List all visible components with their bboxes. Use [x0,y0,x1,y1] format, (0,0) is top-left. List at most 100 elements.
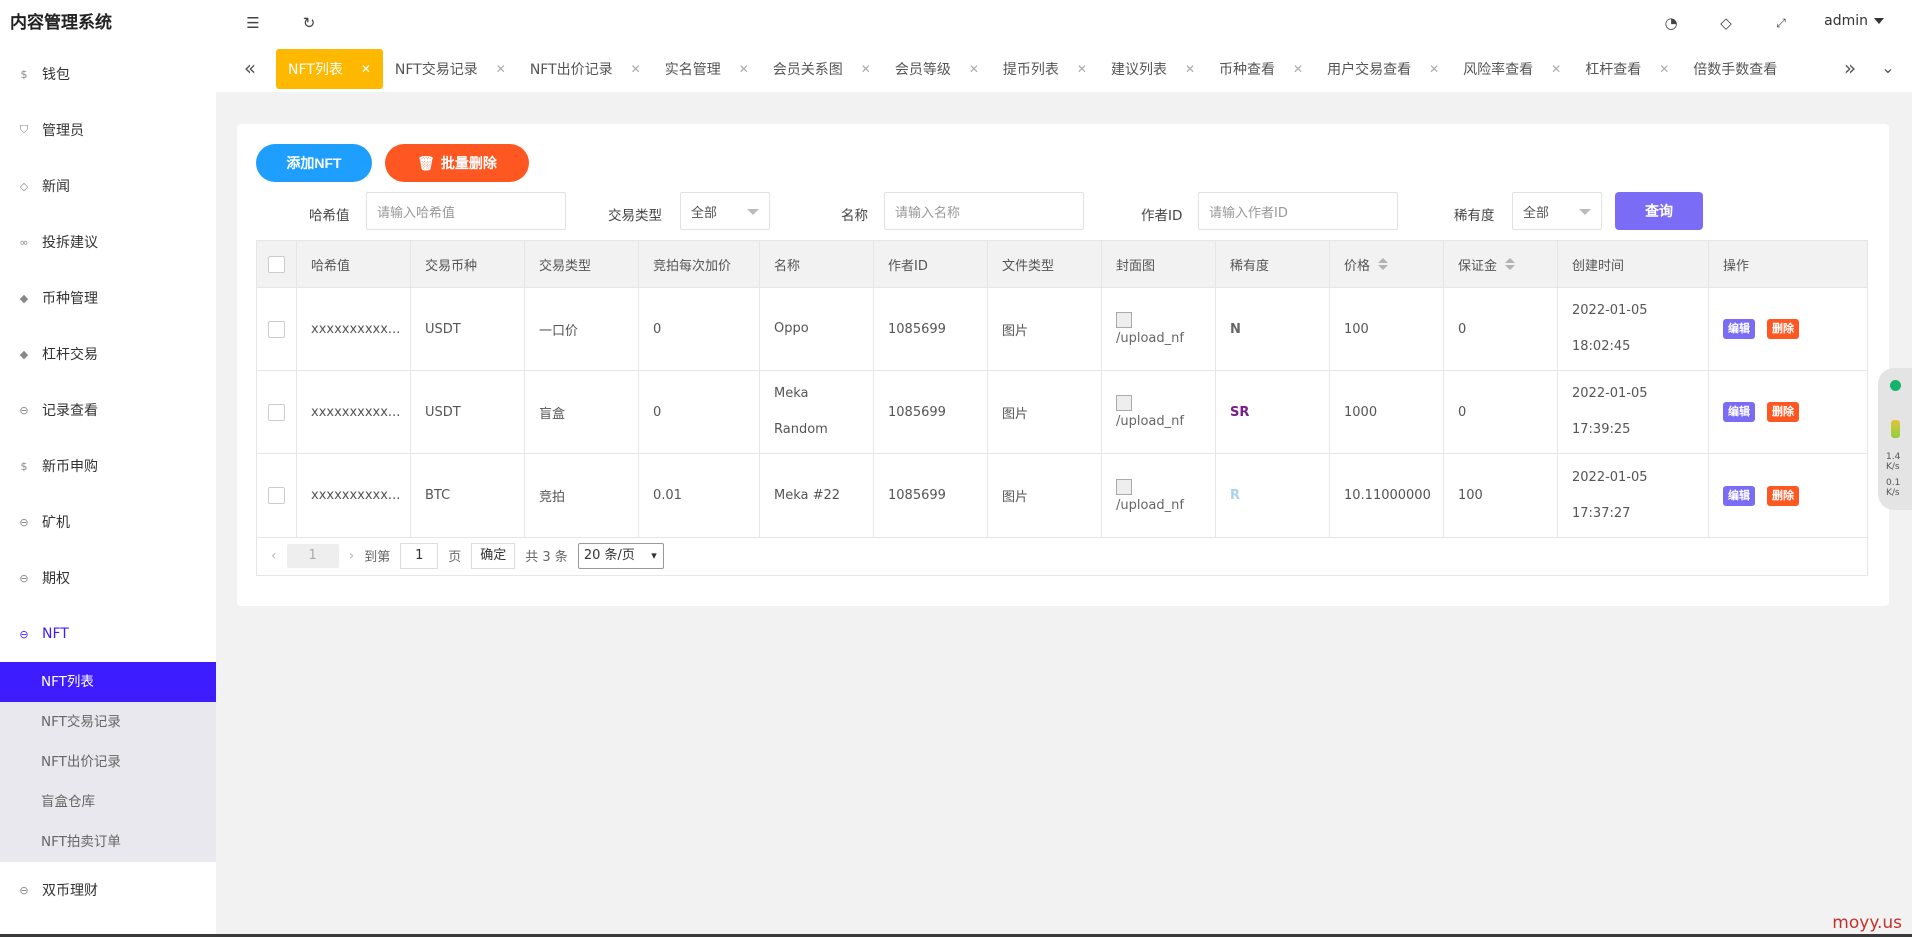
sort-icon[interactable] [1505,258,1516,270]
cover-image[interactable]: /upload_nf [1116,312,1184,346]
actions-cell: 编辑 删除 [1709,454,1867,537]
diamond-icon: ◆ [19,347,29,361]
column-header: 名称 [760,241,874,287]
close-icon[interactable]: ✕ [1077,62,1087,76]
prev-page-icon[interactable]: ‹ [271,548,277,564]
current-page[interactable]: 1 [286,543,339,568]
sidebar-item-coin-management[interactable]: ◆ 币种管理 [0,270,216,326]
table-row: xxxxxxxxxx... USDT 一口价 0 Oppo 1085699 图片… [257,288,1867,371]
row-select-cell [257,288,297,370]
edit-button[interactable]: 编辑 [1723,402,1755,422]
row-checkbox[interactable] [268,487,285,504]
edit-button[interactable]: 编辑 [1723,485,1755,506]
trade-type-select[interactable]: 全部 [680,192,770,230]
sidebar-item-wallet[interactable]: $ 钱包 [0,46,216,102]
sidebar-item-dual-coin[interactable]: ⊖ 双币理财 [0,862,216,918]
cover-image[interactable]: /upload_nf [1116,478,1184,513]
chevron-down-icon [1874,18,1884,24]
close-icon[interactable]: ✕ [631,62,641,76]
batch-delete-button[interactable]: 🗑 批量删除 [385,144,529,182]
delete-button[interactable]: 删除 [1767,485,1799,506]
close-icon[interactable]: ✕ [1659,62,1669,76]
close-icon[interactable]: ✕ [1293,62,1303,76]
tab-nft-bids[interactable]: NFT出价记录 ✕ [518,49,653,89]
tabs-bar: « NFT列表 ✕ NFT交易记录 ✕ NFT出价记录 ✕ 实名管理 ✕ 会员关系图 ✕ … [216,46,1912,92]
row-checkbox[interactable] [268,320,285,338]
tab-risk-rate[interactable]: 风险率查看 ✕ [1451,49,1573,89]
palette-icon[interactable]: ◔ [1662,14,1680,32]
goto-confirm-button[interactable]: 确定 [471,542,516,569]
tab-withdraw-list[interactable]: 提币列表 ✕ [991,49,1099,89]
submenu-item-nft-bids[interactable]: NFT出价记录 [0,742,216,782]
tab-leverage-view[interactable]: 杠杆查看 ✕ [1573,49,1681,89]
hash-input[interactable]: 请输入哈希值 [366,192,566,230]
delete-button[interactable]: 删除 [1767,319,1799,339]
sidebar-item-records[interactable]: ⊖ 记录查看 [0,382,216,438]
cover-image[interactable]: /upload_nf [1116,395,1184,429]
tag-icon[interactable]: ◇ [1717,14,1735,32]
tabs-scroll-right-icon[interactable]: » [1838,56,1862,80]
sidebar-item-label: 矿机 [42,515,70,531]
tab-user-trade-view[interactable]: 用户交易查看 ✕ [1315,49,1451,89]
close-icon[interactable]: ✕ [1185,62,1195,76]
tab-suggestion-list[interactable]: 建议列表 ✕ [1099,49,1207,89]
submenu-item-blindbox[interactable]: 盲盒仓库 [0,782,216,822]
select-all-checkbox[interactable] [268,255,285,273]
row-select-cell [257,371,297,453]
network-speed-widget[interactable]: 1.4 K/s 0.1 K/s [1878,368,1912,510]
close-icon[interactable]: ✕ [861,62,871,76]
sidebar-item-new-coin[interactable]: $ 新币申购 [0,438,216,494]
tab-label: 用户交易查看 [1327,62,1412,78]
fullscreen-icon[interactable]: ⤢ [1772,14,1790,32]
tab-member-graph[interactable]: 会员关系图 ✕ [761,49,883,89]
circle-arrow-icon: ⊖ [19,627,29,641]
edit-button[interactable]: 编辑 [1723,319,1755,339]
user-menu[interactable]: admin [1824,13,1884,29]
close-icon[interactable]: ✕ [496,62,506,76]
name-cell: Meka #22 [760,454,874,537]
sidebar-item-suggestions[interactable]: ∞ 投拆建议 [0,214,216,270]
sidebar-item-miner[interactable]: ⊖ 矿机 [0,494,216,550]
tab-real-name[interactable]: 实名管理 ✕ [653,49,761,89]
chevron-down-icon[interactable]: ⌄ [1876,56,1900,80]
sidebar-item-news[interactable]: ◇ 新闻 [0,158,216,214]
menu-toggle-icon[interactable]: ☰ [244,14,262,32]
sidebar-item-options[interactable]: ⊖ 期权 [0,550,216,606]
price-cell: 10.11000000 [1330,454,1444,537]
next-page-icon[interactable]: › [349,548,355,564]
close-icon[interactable]: ✕ [1551,62,1561,76]
row-checkbox[interactable] [268,403,285,421]
tab-nft-trades[interactable]: NFT交易记录 ✕ [383,49,518,89]
close-icon[interactable]: ✕ [739,62,749,76]
tabs-scroll-left-icon[interactable]: « [238,56,262,80]
submenu-item-nft-list[interactable]: NFT列表 [0,662,216,702]
tab-coin-view[interactable]: 币种查看 ✕ [1207,49,1315,89]
tab-member-level[interactable]: 会员等级 ✕ [883,49,991,89]
goto-page-input[interactable]: 1 [400,542,439,569]
total-count: 共 3 条 [525,550,568,565]
page-size-select[interactable]: 20 条/页 ▾ [577,542,664,569]
sidebar-item-nft[interactable]: ⊖ NFT [0,606,216,662]
close-icon[interactable]: ✕ [1429,62,1439,76]
submenu-item-nft-trades[interactable]: NFT交易记录 [0,702,216,742]
column-header: 交易类型 [525,241,639,287]
sidebar-menu: $ 钱包 ⛉ 管理员 ◇ 新闻 ∞ 投拆建议 ◆ 币种管理 ◆ 杠杆交易 ⊖ 记录查看 $ 新币… [0,46,216,662]
add-nft-button[interactable]: 添加NFT [256,144,372,182]
query-button[interactable]: 查询 [1615,192,1703,230]
deposit-header[interactable]: 保证金 [1444,241,1558,287]
refresh-icon[interactable]: ↻ [300,14,318,32]
name-input[interactable]: 请输入名称 [884,192,1084,230]
sidebar-item-admin[interactable]: ⛉ 管理员 [0,102,216,158]
submenu-item-nft-auction[interactable]: NFT拍卖订单 [0,822,216,862]
delete-button[interactable]: 删除 [1767,402,1799,422]
close-icon[interactable]: ✕ [361,62,371,76]
column-header: 竞拍每次加价 [639,241,760,287]
author-input[interactable]: 请输入作者ID [1198,192,1398,230]
rarity-select[interactable]: 全部 [1512,192,1602,230]
tab-nft-list[interactable]: NFT列表 ✕ [276,49,383,89]
sidebar-item-leverage[interactable]: ◆ 杠杆交易 [0,326,216,382]
price-header[interactable]: 价格 [1330,241,1444,287]
sort-icon[interactable] [1378,258,1389,270]
close-icon[interactable]: ✕ [969,62,979,76]
tab-multiplier-view[interactable]: 倍数手数查看 [1681,49,1789,89]
